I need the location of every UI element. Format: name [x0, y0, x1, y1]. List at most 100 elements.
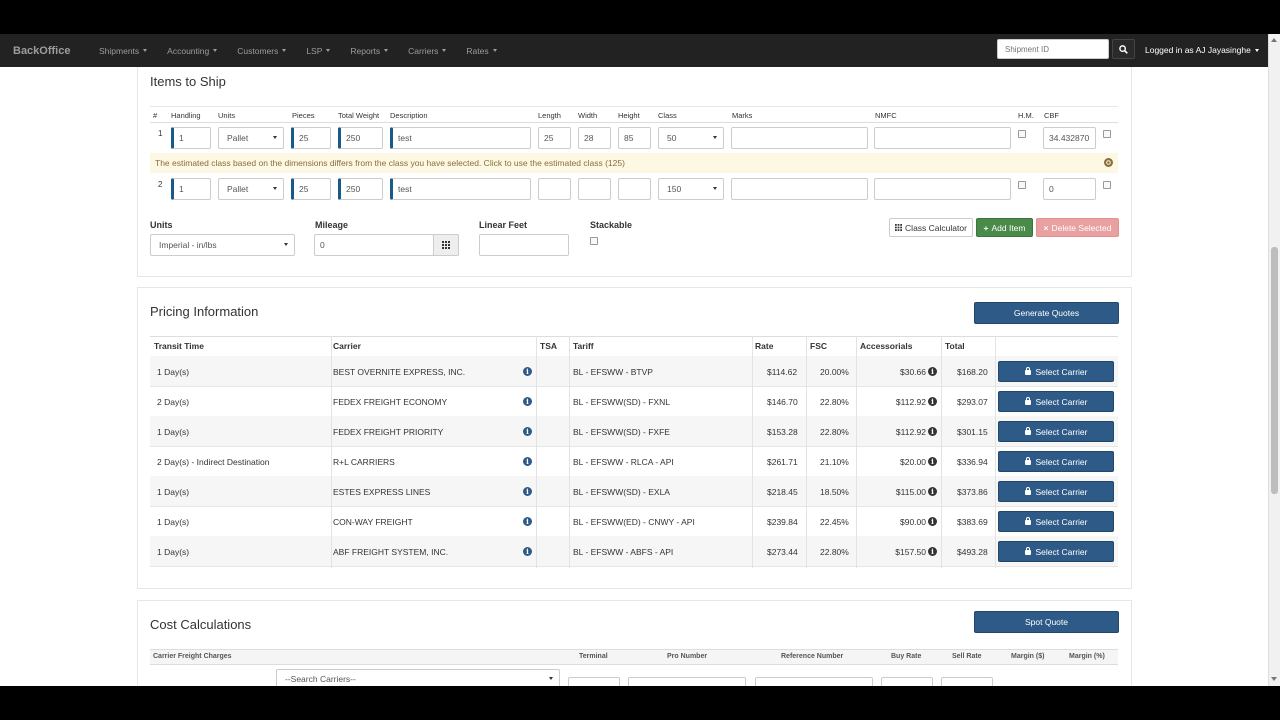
calculate-mileage-button[interactable]: [433, 234, 459, 256]
select-carrier-button[interactable]: Select Carrier: [998, 391, 1114, 412]
carrier-name: FEDEX FREIGHT PRIORITY: [333, 427, 444, 437]
carrier-info-icon[interactable]: i: [523, 397, 532, 406]
select-carrier-label: Select Carrier: [1035, 486, 1088, 497]
units-label: Units: [150, 220, 173, 230]
height-input[interactable]: [618, 178, 651, 200]
units-select[interactable]: Pallet: [218, 127, 284, 149]
handling-input[interactable]: 1: [171, 178, 211, 200]
mileage-input[interactable]: 0: [314, 234, 434, 256]
generate-quotes-button[interactable]: Generate Quotes: [974, 302, 1119, 324]
buy-rate-input[interactable]: [881, 677, 933, 686]
reference-number-input[interactable]: [755, 677, 873, 686]
pro-number-input[interactable]: [628, 677, 746, 686]
nav-rates[interactable]: Rates: [466, 46, 497, 56]
height-input[interactable]: 85: [618, 127, 651, 149]
hazmat-checkbox[interactable]: [1018, 130, 1026, 138]
brand-logo[interactable]: BackOffice: [13, 45, 99, 57]
accessorials-info-icon[interactable]: i: [928, 547, 937, 556]
accessorials-info-icon[interactable]: i: [928, 457, 937, 466]
spot-quote-button[interactable]: Spot Quote: [974, 611, 1119, 633]
marks-input[interactable]: [731, 178, 868, 200]
pieces-input[interactable]: 25: [291, 178, 331, 200]
carrier-info-icon[interactable]: i: [523, 487, 532, 496]
hazmat-checkbox[interactable]: [1018, 181, 1026, 189]
weight-input[interactable]: 250: [338, 178, 383, 200]
search-button[interactable]: [1112, 39, 1135, 59]
carrier-info-icon[interactable]: i: [523, 457, 532, 466]
units-select[interactable]: Pallet: [218, 178, 284, 200]
nmfc-input[interactable]: [874, 127, 1011, 149]
fsc: 20.00%: [820, 367, 849, 377]
row-select-checkbox[interactable]: [1103, 181, 1111, 189]
scroll-up-icon[interactable]: [1271, 38, 1277, 42]
total: $373.86: [957, 487, 988, 497]
transit-time: 1 Day(s): [157, 517, 190, 527]
th-carrier: Carrier: [333, 341, 361, 351]
width-input[interactable]: 28: [578, 127, 611, 149]
width-input[interactable]: [578, 178, 611, 200]
total: $293.07: [957, 397, 988, 407]
nav-customers[interactable]: Customers: [237, 46, 287, 56]
scrollbar-thumb[interactable]: [1271, 247, 1278, 494]
select-carrier-button[interactable]: Select Carrier: [998, 541, 1114, 562]
stackable-checkbox[interactable]: [590, 237, 598, 245]
sell-rate-input[interactable]: [941, 677, 993, 686]
select-carrier-button[interactable]: Select Carrier: [998, 361, 1114, 382]
accessorials-info-icon[interactable]: i: [928, 367, 937, 376]
lock-icon: [1024, 397, 1031, 405]
accessorials-info-icon[interactable]: i: [928, 487, 937, 496]
rate: $146.70: [767, 397, 798, 407]
delete-selected-button[interactable]: × Delete Selected: [1036, 218, 1119, 237]
nav-lsp[interactable]: LSP: [306, 46, 331, 56]
nav-reports[interactable]: Reports: [350, 46, 389, 56]
length-input[interactable]: 25: [538, 127, 571, 149]
units-system-select[interactable]: Imperial - in/lbs: [150, 234, 295, 256]
nav-accounting[interactable]: Accounting: [167, 45, 218, 56]
close-warning-icon[interactable]: [1104, 158, 1113, 167]
accessorials-info-icon[interactable]: i: [928, 517, 937, 526]
weight-input[interactable]: 250: [338, 127, 383, 149]
column-divider: [331, 336, 332, 568]
nav-shipments[interactable]: Shipments: [99, 46, 148, 56]
search-carriers-select[interactable]: --Search Carriers--: [276, 669, 560, 686]
caret-down-icon: [442, 49, 447, 52]
column-divider: [941, 336, 942, 568]
tariff: BL - EFSWW(SD) - FXFE: [573, 427, 670, 437]
class-calculator-button[interactable]: Class Calculator: [889, 218, 973, 237]
carrier-info-icon[interactable]: i: [523, 517, 532, 526]
select-carrier-button[interactable]: Select Carrier: [998, 421, 1114, 442]
col-cbf: CBF: [1044, 111, 1059, 120]
accessorials-info-icon[interactable]: i: [928, 427, 937, 436]
description-input[interactable]: test: [390, 127, 531, 149]
marks-input[interactable]: [731, 127, 868, 149]
description-input[interactable]: test: [390, 178, 531, 200]
select-carrier-button[interactable]: Select Carrier: [998, 451, 1114, 472]
nav-accounting-label: Accounting: [167, 45, 210, 56]
carrier-info-icon[interactable]: i: [523, 547, 532, 556]
shipment-id-search-input[interactable]: [997, 39, 1109, 59]
length-input[interactable]: [538, 178, 571, 200]
class-select[interactable]: 50: [658, 127, 724, 149]
rate: $239.84: [767, 517, 798, 527]
nav-carriers[interactable]: Carriers: [408, 46, 447, 56]
class-select[interactable]: 150: [658, 178, 724, 200]
select-carrier-button[interactable]: Select Carrier: [998, 511, 1114, 532]
select-carrier-button[interactable]: Select Carrier: [998, 481, 1114, 502]
row-select-checkbox[interactable]: [1103, 130, 1111, 138]
total: $493.28: [957, 547, 988, 557]
scroll-down-icon[interactable]: [1271, 677, 1277, 681]
cbf-input[interactable]: 0: [1043, 178, 1096, 200]
carrier-info-icon[interactable]: i: [523, 367, 532, 376]
handling-input[interactable]: 1: [171, 127, 211, 149]
transit-time: 2 Day(s) - Indirect Destination: [157, 457, 270, 467]
class-warning-text[interactable]: The estimated class based on the dimensi…: [155, 158, 625, 168]
carrier-info-icon[interactable]: i: [523, 427, 532, 436]
cbf-input[interactable]: 34.432870: [1043, 127, 1096, 149]
add-item-button[interactable]: + Add Item: [976, 218, 1033, 237]
accessorials-info-icon[interactable]: i: [928, 397, 937, 406]
user-menu[interactable]: Logged in as AJ Jayasinghe: [1145, 45, 1259, 55]
nmfc-input[interactable]: [874, 178, 1011, 200]
pieces-input[interactable]: 25: [291, 127, 331, 149]
terminal-input[interactable]: [568, 677, 620, 686]
linear-feet-input[interactable]: [479, 234, 569, 256]
